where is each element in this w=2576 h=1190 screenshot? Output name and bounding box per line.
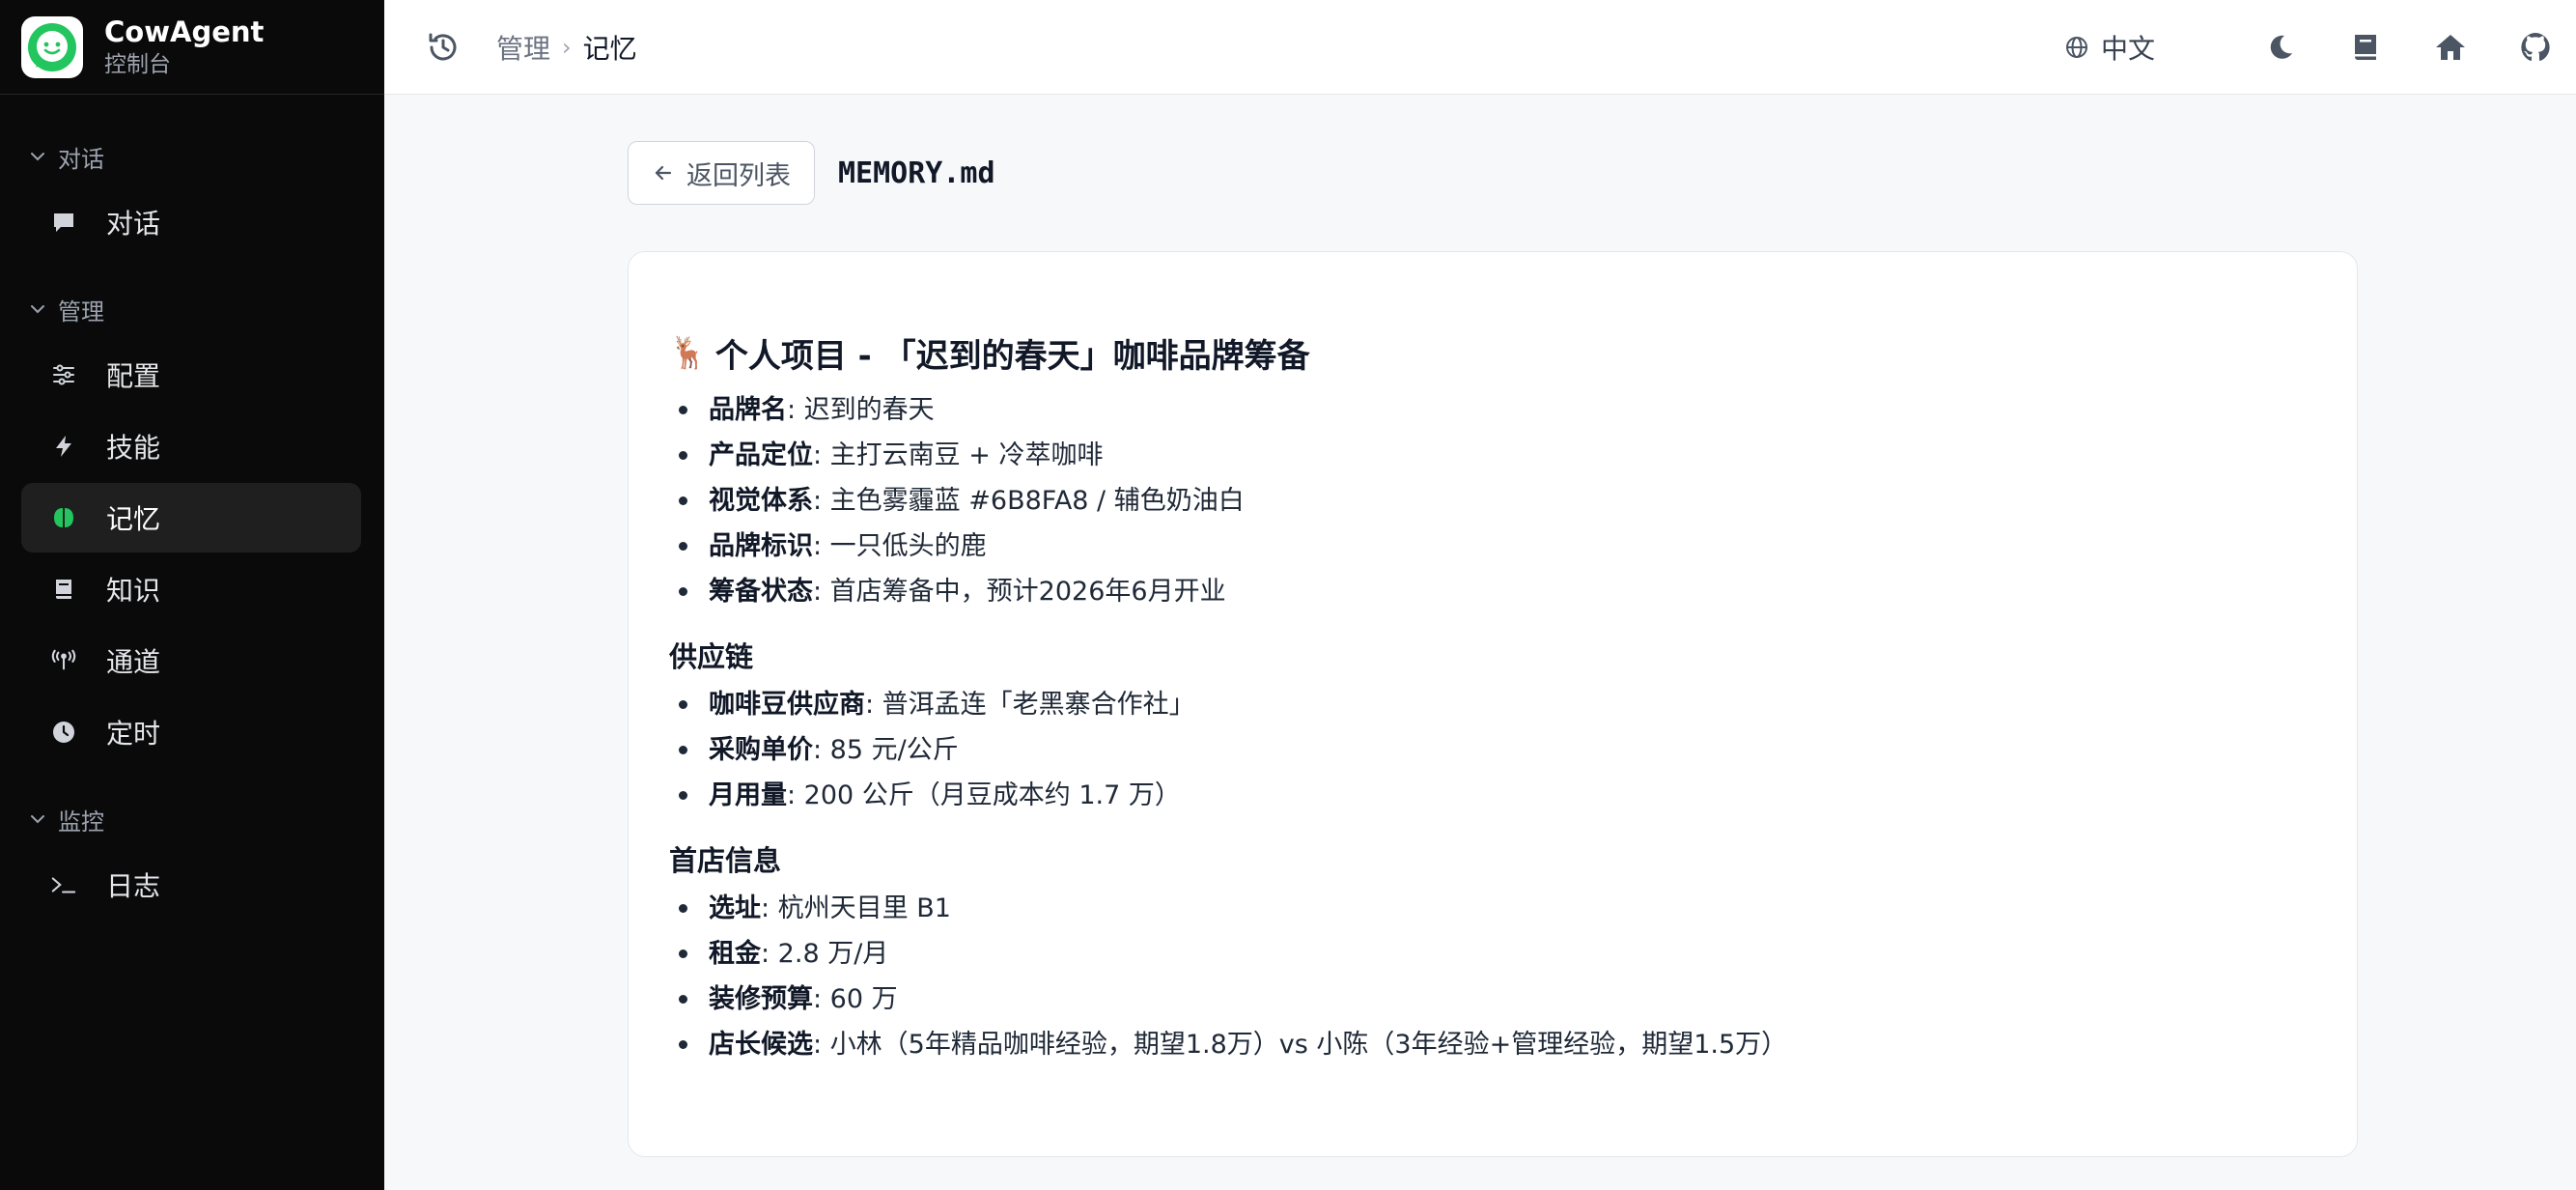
- list-item: 筹备状态: 首店筹备中，预计2026年6月开业: [679, 569, 2316, 614]
- file-header: 返回列表 MEMORY.md: [628, 141, 2576, 205]
- topbar-actions: 中文: [2064, 28, 2553, 67]
- breadcrumb-current: 记忆: [582, 32, 637, 65]
- sidebar-item-skills[interactable]: 技能: [21, 411, 361, 481]
- sidebar-item-knowledge[interactable]: 知识: [21, 554, 361, 624]
- list-item: 租金: 2.8 万/月: [679, 931, 2316, 977]
- sidebar-item-label: 配置: [106, 360, 161, 392]
- content-area: 返回列表 MEMORY.md 🦌 个人项目 - 「迟到的春天」咖啡品牌筹备 品牌…: [384, 95, 2576, 1157]
- group-label: 对话: [58, 145, 104, 173]
- sidebar-item-label: 通道: [106, 646, 161, 678]
- sidebar-item-chat[interactable]: 对话: [21, 187, 361, 257]
- store-list: 选址: 杭州天目里 B1 租金: 2.8 万/月 装修预算: 60 万 店长候选…: [669, 886, 2316, 1067]
- list-item: 品牌标识: 一只低头的鹿: [679, 524, 2316, 569]
- sidebar-group-chat[interactable]: 对话: [0, 137, 384, 176]
- chevron-down-icon: [31, 815, 44, 824]
- list-item: 视觉体系: 主色雾霾蓝 #6B8FA8 / 辅色奶油白: [679, 478, 2316, 524]
- moon-icon[interactable]: [2263, 30, 2298, 65]
- sidebar-nav: 对话 对话 管理 配置 技能 记忆 知识 通道 定时 监控 日志: [0, 95, 384, 920]
- sidebar-item-logs[interactable]: 日志: [21, 850, 361, 920]
- sidebar-item-channels[interactable]: 通道: [21, 626, 361, 695]
- list-item: 月用量: 200 公斤（月豆成本约 1.7 万）: [679, 773, 2316, 818]
- chat-bubble-icon: [50, 209, 77, 236]
- intro-list: 品牌名: 迟到的春天 产品定位: 主打云南豆 + 冷萃咖啡 视觉体系: 主色雾霾…: [669, 387, 2316, 614]
- list-item: 选址: 杭州天目里 B1: [679, 886, 2316, 931]
- document-heading-text: 个人项目 - 「迟到的春天」咖啡品牌筹备: [714, 336, 1310, 376]
- brain-icon: [50, 504, 77, 531]
- list-item: 店长候选: 小林（5年精品咖啡经验，期望1.8万）vs 小陈（3年经验+管理经验…: [679, 1022, 2316, 1067]
- clock-icon: [50, 719, 77, 746]
- group-label: 监控: [58, 808, 104, 836]
- terminal-icon: [50, 871, 77, 898]
- home-icon[interactable]: [2433, 30, 2468, 65]
- brand-name: CowAgent: [104, 14, 265, 48]
- back-button-label: 返回列表: [686, 160, 791, 191]
- antenna-icon: [50, 647, 77, 674]
- document-heading: 🦌 个人项目 - 「迟到的春天」咖啡品牌筹备: [669, 327, 2316, 378]
- sidebar-group-manage[interactable]: 管理: [0, 290, 384, 328]
- list-item: 品牌名: 迟到的春天: [679, 387, 2316, 433]
- section-heading-supply: 供应链: [669, 640, 754, 673]
- sidebar-item-memory[interactable]: 记忆: [21, 483, 361, 552]
- sliders-icon: [50, 361, 77, 388]
- chevron-down-icon: [31, 153, 44, 161]
- sidebar-item-label: 日志: [106, 870, 161, 902]
- sidebar-item-label: 技能: [106, 432, 161, 464]
- topbar: 管理 › 记忆 中文: [384, 0, 2576, 95]
- app-root: CowAgent 控制台 对话 对话 管理 配置 技能 记忆 知识 通道 定时 …: [0, 0, 2576, 1190]
- book-icon[interactable]: [2348, 30, 2383, 65]
- language-label: 中文: [2100, 32, 2155, 65]
- back-to-list-button[interactable]: 返回列表: [628, 141, 815, 205]
- list-item: 采购单价: 85 元/公斤: [679, 727, 2316, 773]
- chevron-down-icon: [31, 305, 44, 314]
- memory-document: 🦌 个人项目 - 「迟到的春天」咖啡品牌筹备 品牌名: 迟到的春天 产品定位: …: [628, 251, 2358, 1157]
- main-area: 管理 › 记忆 中文 返回列表 MEMORY.md 🦌 个人项目 - 「迟到的春…: [384, 0, 2576, 1190]
- globe-icon: [2065, 36, 2087, 58]
- sidebar-item-label: 记忆: [106, 503, 161, 535]
- list-item: 装修预算: 60 万: [679, 977, 2316, 1022]
- section-heading-store: 首店信息: [669, 844, 782, 877]
- sidebar: CowAgent 控制台 对话 对话 管理 配置 技能 记忆 知识 通道 定时 …: [0, 0, 384, 1190]
- brand[interactable]: CowAgent 控制台: [0, 0, 384, 95]
- deer-emoji-icon: 🦌: [669, 334, 708, 371]
- list-item: 产品定位: 主打云南豆 + 冷萃咖啡: [679, 433, 2316, 478]
- github-icon[interactable]: [2518, 30, 2553, 65]
- language-switcher[interactable]: 中文: [2064, 28, 2155, 67]
- sidebar-item-schedule[interactable]: 定时: [21, 697, 361, 767]
- cow-logo-icon: [21, 15, 83, 78]
- sidebar-group-monitor[interactable]: 监控: [0, 800, 384, 838]
- supply-list: 咖啡豆供应商: 普洱孟连「老黑寨合作社」 采购单价: 85 元/公斤 月用量: …: [669, 682, 2316, 818]
- book-icon: [50, 576, 77, 603]
- list-item: 咖啡豆供应商: 普洱孟连「老黑寨合作社」: [679, 682, 2316, 727]
- brand-subtitle: 控制台: [104, 51, 171, 77]
- sidebar-item-label: 对话: [106, 208, 161, 240]
- sidebar-item-label: 知识: [106, 575, 161, 607]
- breadcrumb: 管理 › 记忆: [496, 28, 637, 67]
- file-name: MEMORY.md: [838, 156, 995, 190]
- arrow-left-icon: [655, 165, 672, 181]
- history-icon[interactable]: [425, 29, 462, 66]
- sidebar-item-label: 定时: [106, 718, 161, 750]
- breadcrumb-parent[interactable]: 管理: [496, 28, 550, 67]
- chevron-right-icon: ›: [562, 33, 572, 61]
- group-label: 管理: [58, 298, 104, 326]
- sidebar-item-config[interactable]: 配置: [21, 340, 361, 410]
- lightning-icon: [50, 433, 77, 460]
